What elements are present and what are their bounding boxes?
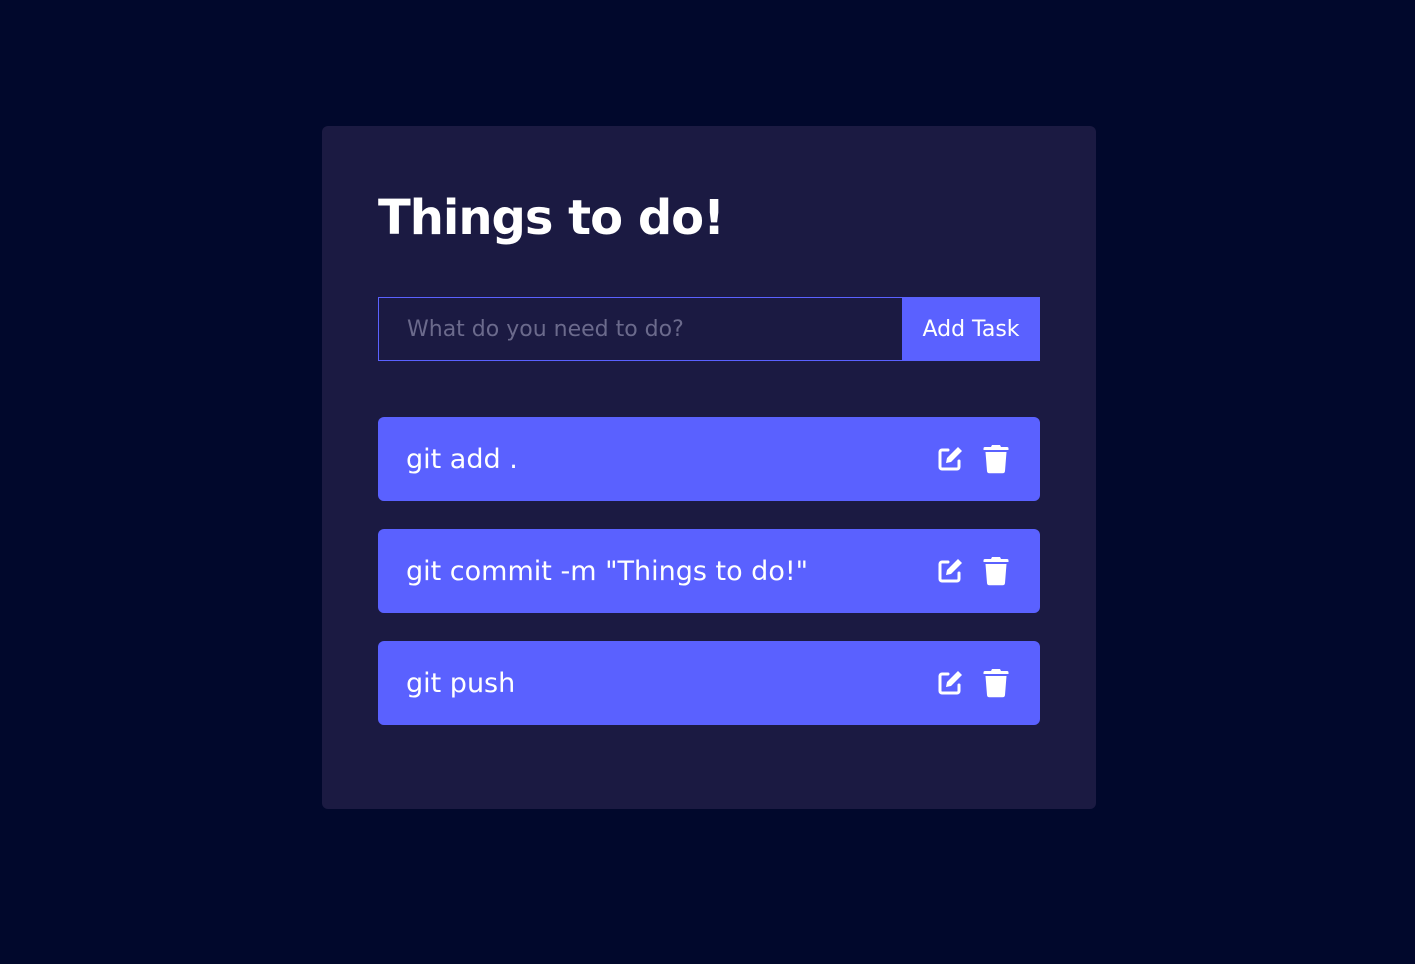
todo-item: git push (378, 641, 1040, 725)
todo-actions (934, 443, 1012, 475)
todo-actions (934, 555, 1012, 587)
todo-text: git push (406, 667, 516, 699)
trash-icon[interactable] (980, 443, 1012, 475)
trash-icon[interactable] (980, 555, 1012, 587)
todo-actions (934, 667, 1012, 699)
todo-item: git add . (378, 417, 1040, 501)
task-input[interactable] (378, 297, 902, 361)
todo-text: git commit -m "Things to do!" (406, 555, 809, 587)
todo-card: Things to do! Add Task git add . git com… (322, 126, 1096, 809)
add-task-form: Add Task (378, 297, 1040, 361)
add-task-button[interactable]: Add Task (902, 297, 1040, 361)
todo-text: git add . (406, 443, 518, 475)
edit-icon[interactable] (934, 555, 966, 587)
todo-item: git commit -m "Things to do!" (378, 529, 1040, 613)
page-title: Things to do! (378, 190, 725, 246)
edit-icon[interactable] (934, 667, 966, 699)
trash-icon[interactable] (980, 667, 1012, 699)
edit-icon[interactable] (934, 443, 966, 475)
